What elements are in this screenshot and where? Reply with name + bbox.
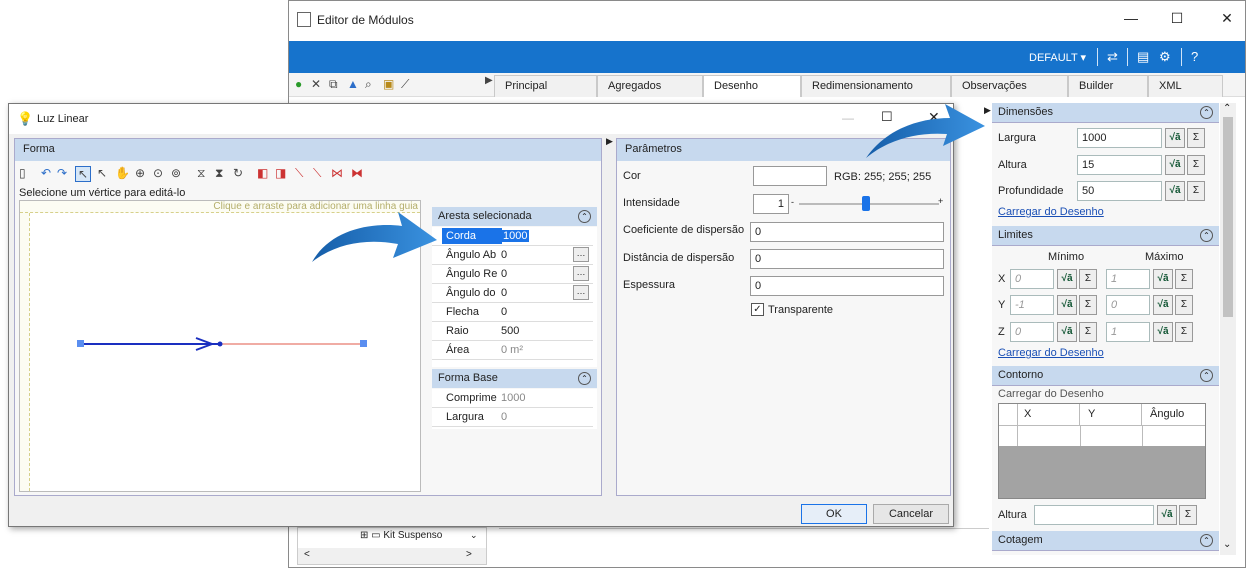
callout-arrows xyxy=(312,104,985,262)
arrow-to-dimensions xyxy=(866,104,985,158)
arrow-to-corda xyxy=(312,212,437,262)
